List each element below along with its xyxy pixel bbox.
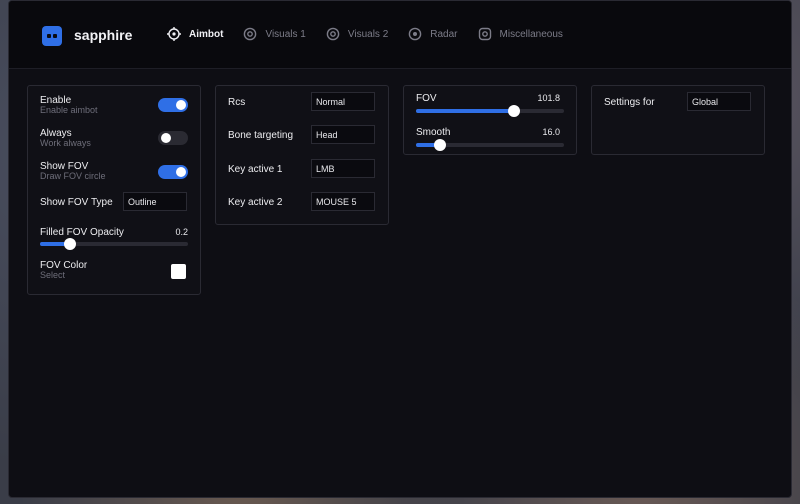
crosshair-icon [167,27,181,41]
toggle-knob [161,133,171,143]
eye-icon [326,27,340,41]
tab-miscellaneous[interactable]: Miscellaneous [478,27,563,41]
key1-select[interactable]: LMB [311,159,375,178]
smooth-slider[interactable] [416,139,564,151]
opacity-row: Filled FOV Opacity [40,227,188,238]
fov-panel: FOV 101.8 Smooth 16.0 [403,85,577,155]
bone-select[interactable]: Head [311,125,375,144]
smooth-value: 16.0 [542,127,560,137]
tab-label: Radar [430,28,458,40]
settings-panel: Settings for Global [591,85,765,155]
misc-icon [478,27,491,41]
slider-knob[interactable] [507,105,520,117]
tab-radar[interactable]: Radar [408,27,458,41]
tab-visuals-2[interactable]: Visuals 2 [326,27,388,41]
tab-aimbot[interactable]: Aimbot [167,27,223,41]
tab-label: Miscellaneous [499,28,563,40]
targeting-panel: Rcs Normal Bone targeting Head Key activ… [215,85,389,225]
tab-label: Visuals 2 [347,28,389,40]
key2-select[interactable]: MOUSE 5 [311,192,375,211]
fov-value: 101.8 [537,93,560,103]
opacity-slider[interactable] [40,238,188,250]
aimbot-panel: Enable Enable aimbot Always Work always … [27,85,201,295]
eye-icon [244,27,257,41]
tab-bar: Aimbot Visuals 1 Visuals 2 Radar Miscell… [167,27,583,41]
fov-type-select[interactable]: Outline [123,192,187,211]
fov-color-swatch[interactable] [171,264,186,279]
fov-color-sublabel: Select [40,270,66,280]
brand-name: sapphire [74,27,133,43]
app-window: sapphire Aimbot Visuals 1 Visuals 2 Rada… [8,0,792,498]
opacity-label: Filled FOV Opacity [40,227,124,238]
opacity-value: 0.2 [175,227,188,237]
always-toggle[interactable] [158,131,188,145]
sapphire-logo-icon [42,26,62,46]
radar-icon [408,27,422,41]
tab-label: Visuals 1 [265,28,306,40]
fov-slider[interactable] [416,105,564,117]
top-bar: sapphire Aimbot Visuals 1 Visuals 2 Rada… [9,1,791,69]
settings-for-select[interactable]: Global [687,92,751,111]
show-fov-toggle[interactable] [158,165,188,179]
slider-fill [416,109,514,113]
tab-visuals-1[interactable]: Visuals 1 [243,27,306,41]
slider-knob[interactable] [433,139,446,151]
tab-label: Aimbot [189,28,224,40]
toggle-knob [176,100,186,110]
rcs-select[interactable]: Normal [311,92,375,111]
toggle-knob [176,167,186,177]
slider-knob[interactable] [63,238,76,250]
fov-color-row: FOV Color Select [40,260,188,280]
enable-toggle[interactable] [158,98,188,112]
